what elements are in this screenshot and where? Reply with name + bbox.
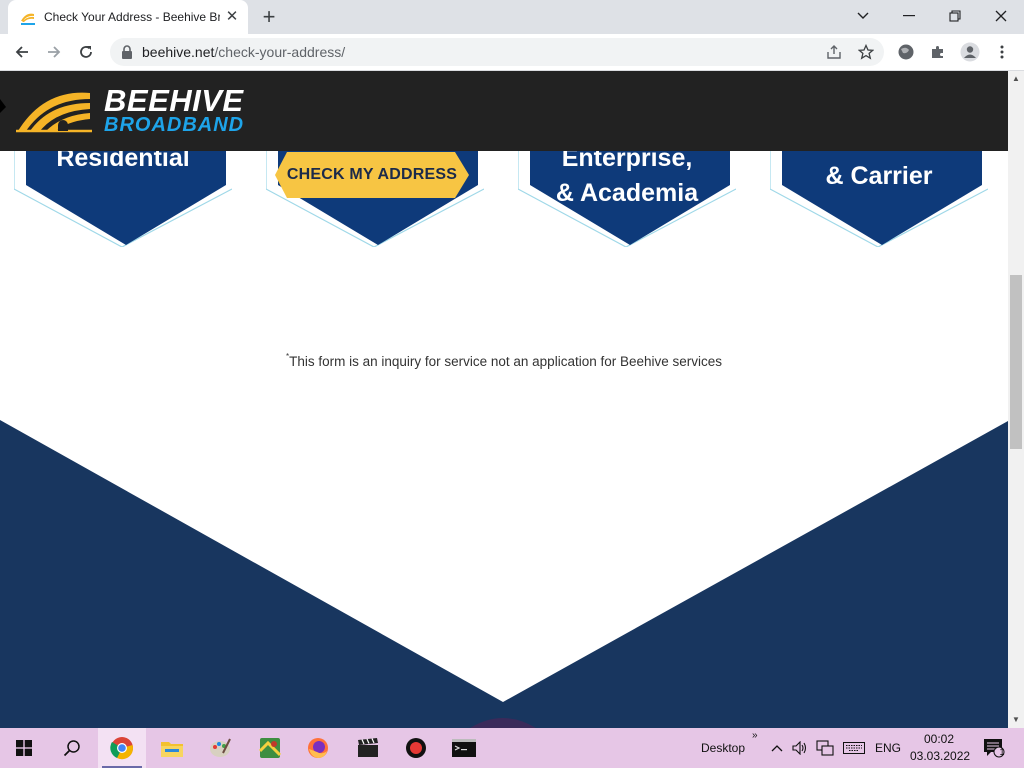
input-language[interactable]: ENG <box>875 741 901 755</box>
address-bar[interactable]: beehive.net/check-your-address/ <box>110 38 884 66</box>
reload-icon[interactable] <box>72 38 100 66</box>
check-my-address-label: CHECK MY ADDRESS <box>286 166 458 183</box>
url-text[interactable]: beehive.net/check-your-address/ <box>142 44 345 60</box>
firefox-icon[interactable] <box>294 728 342 768</box>
start-windows-icon[interactable] <box>0 728 48 768</box>
minimize-icon[interactable] <box>886 0 932 32</box>
form-disclaimer: *This form is an inquiry for service not… <box>0 352 1008 369</box>
share-icon[interactable] <box>824 42 844 62</box>
video-editor-clapper-icon[interactable] <box>344 728 392 768</box>
forward-icon[interactable] <box>40 38 68 66</box>
lock-icon[interactable] <box>121 45 133 59</box>
disclaimer-asterisk: * <box>285 352 290 361</box>
screen-recorder-icon[interactable] <box>392 728 440 768</box>
scroll-up-icon[interactable]: ▲ <box>1008 71 1024 87</box>
mouse-cursor-icon <box>0 99 6 113</box>
maps-app-icon[interactable] <box>246 728 294 768</box>
network-icon[interactable] <box>815 738 835 758</box>
new-tab-icon[interactable]: + <box>258 6 280 28</box>
card-label: & Carrier <box>825 162 933 190</box>
check-my-address-button[interactable]: CHECK MY ADDRESS <box>275 152 469 198</box>
profile-avatar-icon[interactable] <box>958 40 982 64</box>
tab-search-icon[interactable] <box>840 0 886 32</box>
terminal-icon[interactable] <box>440 728 488 768</box>
card-label-line2: & Academia <box>555 179 699 207</box>
bookmark-star-icon[interactable] <box>856 42 876 62</box>
toolbar-overflow-chevron[interactable]: » <box>752 730 758 741</box>
show-hidden-icons-chevron-icon[interactable] <box>767 738 787 758</box>
extension-globe-icon[interactable] <box>894 40 918 64</box>
desktop-toolbar-label[interactable]: Desktop <box>701 741 745 755</box>
extensions-puzzle-icon[interactable] <box>926 40 950 64</box>
clock-date[interactable]: 03.03.2022 <box>910 749 970 763</box>
close-window-icon[interactable] <box>978 0 1024 32</box>
notification-count: 1 <box>999 747 1005 757</box>
scrollbar-thumb[interactable] <box>1010 275 1022 449</box>
file-explorer-icon[interactable] <box>148 728 196 768</box>
scroll-down-icon[interactable]: ▼ <box>1008 712 1024 728</box>
beehive-favicon-icon <box>20 10 36 26</box>
windows-taskbar: Desktop » ENG 00:02 03.03.2022 1 <box>0 728 1024 768</box>
clock-time[interactable]: 00:02 <box>924 732 954 746</box>
back-icon[interactable] <box>8 38 36 66</box>
site-header: BEEHIVE BROADBAND <box>0 71 1008 151</box>
browser-menu-icon[interactable] <box>990 40 1014 64</box>
browser-tab[interactable]: Check Your Address - Beehive Br ✕ <box>8 0 248 34</box>
browser-tab-strip: Check Your Address - Beehive Br ✕ + <box>0 0 1024 34</box>
page-viewport: Residential Enterprise, & Academia & Car… <box>0 71 1008 728</box>
logo-wordmark-top[interactable]: BEEHIVE <box>104 85 244 117</box>
bottom-chevron-background <box>0 420 1008 728</box>
beehive-logo-icon[interactable] <box>14 87 94 135</box>
notifications-icon[interactable]: 1 <box>982 738 1006 758</box>
logo-wordmark-bottom[interactable]: BROADBAND <box>104 114 244 136</box>
keyboard-icon[interactable] <box>842 738 866 758</box>
volume-icon[interactable] <box>790 738 810 758</box>
tab-title: Check Your Address - Beehive Br <box>44 10 220 24</box>
paint-icon[interactable] <box>196 728 244 768</box>
tab-close-icon[interactable]: ✕ <box>224 9 240 25</box>
chrome-taskbar-icon[interactable] <box>98 728 146 768</box>
restore-icon[interactable] <box>932 0 978 32</box>
browser-toolbar: beehive.net/check-your-address/ <box>0 34 1024 71</box>
disclaimer-text: This form is an inquiry for service not … <box>289 354 723 369</box>
search-icon[interactable] <box>48 728 96 768</box>
page-scrollbar[interactable]: ▲ ▼ <box>1008 71 1024 728</box>
